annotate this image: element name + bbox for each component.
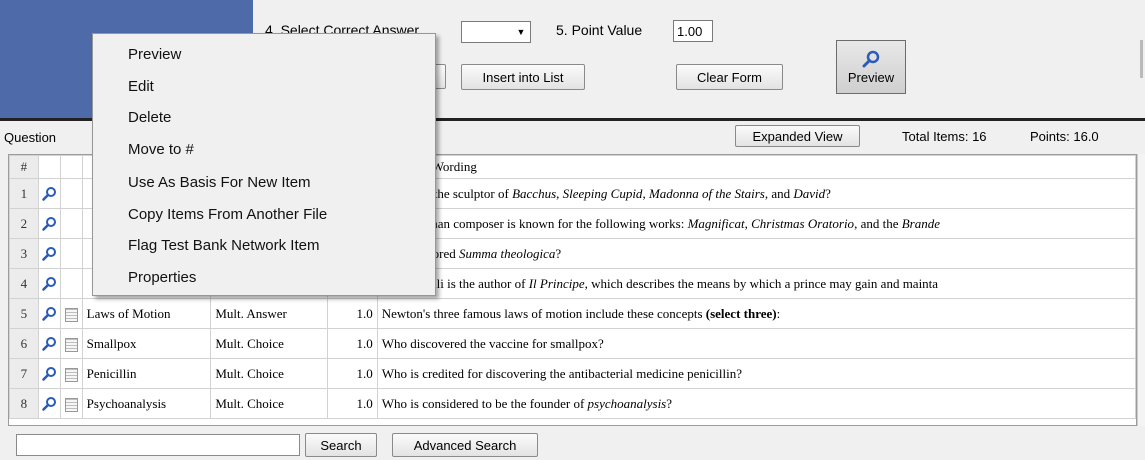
magnifier-icon[interactable] xyxy=(41,366,57,382)
edit-icon[interactable] xyxy=(59,268,83,299)
preview-icon[interactable] xyxy=(37,208,61,239)
edit-icon[interactable] xyxy=(59,388,83,419)
menu-item-delete[interactable]: Delete xyxy=(128,109,171,126)
row-number: 1 xyxy=(9,178,39,209)
edit-icon[interactable] xyxy=(64,367,78,382)
search-input[interactable] xyxy=(16,434,300,456)
preview-icon[interactable] xyxy=(37,238,61,269)
menu-item-use-as-basis[interactable]: Use As Basis For New Item xyxy=(128,174,311,191)
question-wording: Machiavelli is the author of Il Principe… xyxy=(376,268,1136,299)
edit-column-header[interactable] xyxy=(59,155,83,179)
table-row[interactable]: 8 Psychoanalysis Mult. Choice 1.0 Who is con… xyxy=(9,388,1136,419)
row-number: 6 xyxy=(9,328,39,359)
question-title: Smallpox xyxy=(81,328,212,359)
question-wording: Who is credited for discovering the anti… xyxy=(376,358,1136,389)
edit-icon[interactable] xyxy=(64,337,78,352)
question-wording: This German composer is known for the fo… xyxy=(376,208,1136,239)
menu-item-preview[interactable]: Preview xyxy=(128,46,181,63)
question-wording: Who is considered to be the founder of p… xyxy=(376,388,1136,419)
edit-icon[interactable] xyxy=(64,307,78,322)
edit-icon[interactable] xyxy=(59,358,83,389)
expanded-view-button[interactable]: Expanded View xyxy=(735,125,860,147)
preview-icon[interactable] xyxy=(37,178,61,209)
magnifier-icon[interactable] xyxy=(41,216,57,232)
row-number: 5 xyxy=(9,298,39,329)
question-points: 1.0 xyxy=(326,358,378,389)
question-type: Mult. Choice xyxy=(210,388,328,419)
preview-icon[interactable] xyxy=(37,328,61,359)
point-value-input[interactable] xyxy=(673,20,713,42)
preview-column-header[interactable] xyxy=(37,155,61,179)
preview-icon[interactable] xyxy=(37,388,61,419)
question-points: 1.0 xyxy=(326,388,378,419)
row-number: 2 xyxy=(9,208,39,239)
preview-icon[interactable] xyxy=(37,358,61,389)
edit-icon[interactable] xyxy=(59,298,83,329)
magnifier-icon[interactable] xyxy=(41,396,57,412)
vertical-scrollbar[interactable] xyxy=(1137,154,1145,426)
row-number: 8 xyxy=(9,388,39,419)
question-wording: Who was the sculptor of Bacchus, Sleepin… xyxy=(376,178,1136,209)
question-type: Mult. Answer xyxy=(210,298,328,329)
magnifier-icon[interactable] xyxy=(41,246,57,262)
magnifier-icon[interactable] xyxy=(41,276,57,292)
magnifier-icon[interactable] xyxy=(41,336,57,352)
table-row[interactable]: 6 Smallpox Mult. Choice 1.0 Who discovered t… xyxy=(9,328,1136,359)
insert-into-list-button[interactable]: Insert into List xyxy=(461,64,585,90)
menu-item-move-to[interactable]: Move to # xyxy=(128,141,194,158)
question-wording: Who authored Summa theologica? xyxy=(376,238,1136,269)
menu-item-edit[interactable]: Edit xyxy=(128,78,154,95)
row-number: 4 xyxy=(9,268,39,299)
question-points: 1.0 xyxy=(326,298,378,329)
question-type: Mult. Choice xyxy=(210,358,328,389)
question-points: 1.0 xyxy=(326,328,378,359)
magnifier-icon xyxy=(862,50,880,67)
preview-button-label: Preview xyxy=(847,69,895,85)
edit-icon[interactable] xyxy=(59,208,83,239)
advanced-search-button[interactable]: Advanced Search xyxy=(392,433,538,457)
question-title: Penicillin xyxy=(81,358,212,389)
row-number: 3 xyxy=(9,238,39,269)
correct-answer-select[interactable]: ▼ xyxy=(461,21,531,43)
num-column-header[interactable]: # xyxy=(9,155,39,179)
preview-button[interactable]: Preview xyxy=(836,40,906,94)
table-row[interactable]: 7 Penicillin Mult. Choice 1.0 Who is credite… xyxy=(9,358,1136,389)
search-button[interactable]: Search xyxy=(305,433,377,457)
clear-form-button[interactable]: Clear Form xyxy=(676,64,783,90)
question-wording: Newton's three famous laws of motion inc… xyxy=(376,298,1136,329)
question-type: Mult. Choice xyxy=(210,328,328,359)
preview-icon[interactable] xyxy=(37,298,61,329)
context-menu: Preview Edit Delete Move to # Use As Bas… xyxy=(92,33,436,296)
edit-icon[interactable] xyxy=(59,328,83,359)
points-total-text: Points: 16.0 xyxy=(1030,129,1099,144)
top-scroll-edge xyxy=(1140,40,1143,78)
question-title: Laws of Motion xyxy=(81,298,212,329)
menu-item-properties[interactable]: Properties xyxy=(128,269,196,286)
menu-item-copy-items[interactable]: Copy Items From Another File xyxy=(128,206,327,223)
questions-label: Question xyxy=(4,130,57,145)
question-wording: Who discovered the vaccine for smallpox? xyxy=(376,328,1136,359)
edit-icon[interactable] xyxy=(59,238,83,269)
magnifier-icon[interactable] xyxy=(41,306,57,322)
edit-icon[interactable] xyxy=(64,397,78,412)
point-value-label: 5. Point Value xyxy=(556,22,643,38)
total-items-text: Total Items: 16 xyxy=(902,129,987,144)
question-title: Psychoanalysis xyxy=(81,388,212,419)
table-row[interactable]: 5 Laws of Motion Mult. Answer 1.0 Newton's t… xyxy=(9,298,1136,329)
edit-icon[interactable] xyxy=(59,178,83,209)
row-number: 7 xyxy=(9,358,39,389)
wording-column-header[interactable]: Question Wording xyxy=(376,155,1136,179)
magnifier-icon[interactable] xyxy=(41,186,57,202)
menu-item-flag-network[interactable]: Flag Test Bank Network Item xyxy=(128,237,319,254)
chevron-down-icon[interactable]: ▼ xyxy=(512,22,530,42)
preview-icon[interactable] xyxy=(37,268,61,299)
